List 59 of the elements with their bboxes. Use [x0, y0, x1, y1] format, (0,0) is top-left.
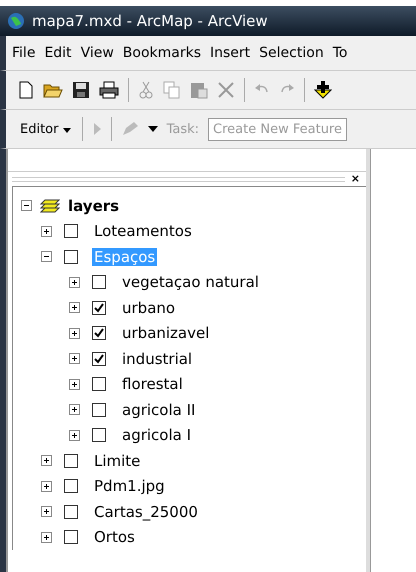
- expand-toggle[interactable]: [41, 532, 52, 543]
- print-icon[interactable]: [99, 81, 119, 99]
- expand-toggle[interactable]: [69, 404, 80, 416]
- menu-item[interactable]: File: [12, 45, 36, 61]
- collapse-toggle[interactable]: [21, 200, 32, 212]
- task-label: Task:: [166, 122, 200, 136]
- expand-toggle[interactable]: [69, 353, 80, 364]
- checkbox[interactable]: [64, 224, 78, 238]
- layer-label[interactable]: vegetaçao natural: [120, 273, 261, 292]
- expand-toggle[interactable]: [69, 276, 80, 288]
- window-title: mapa7.mxd - ArcMap - ArcView: [32, 12, 268, 30]
- close-button[interactable]: ×: [348, 173, 362, 185]
- new-document-icon[interactable]: [18, 81, 34, 99]
- layer-label[interactable]: agricola II: [120, 400, 198, 419]
- caret-icon: [62, 128, 71, 132]
- menu-item[interactable]: To: [332, 45, 348, 61]
- menu-item[interactable]: Bookmarks: [122, 45, 202, 61]
- add-data-icon[interactable]: [314, 80, 332, 100]
- menu-item[interactable]: Insert: [210, 45, 250, 61]
- checkbox[interactable]: [92, 428, 106, 442]
- menu-item[interactable]: View: [80, 45, 114, 61]
- menu-item[interactable]: Edit: [44, 45, 72, 61]
- checkbox[interactable]: [92, 326, 106, 340]
- checkbox[interactable]: [92, 352, 106, 366]
- layer-label[interactable]: agricola I: [120, 426, 194, 444]
- expand-toggle[interactable]: [69, 302, 80, 314]
- expand-toggle[interactable]: [41, 455, 52, 466]
- checkbox[interactable]: [92, 402, 106, 417]
- checkbox[interactable]: [64, 530, 78, 544]
- layer-label[interactable]: Loteamentos: [92, 222, 194, 240]
- menu-item[interactable]: Selection: [259, 45, 324, 61]
- layer-label[interactable]: Ortos: [92, 528, 137, 546]
- data-frame-label[interactable]: layers: [68, 196, 120, 215]
- layer-label[interactable]: industrial: [120, 350, 194, 368]
- checkbox[interactable]: [64, 504, 78, 519]
- checkbox[interactable]: [92, 300, 106, 315]
- layer-label[interactable]: florestal: [120, 375, 185, 394]
- checkbox[interactable]: [64, 454, 78, 468]
- layers-icon: [40, 198, 60, 214]
- checkbox[interactable]: [64, 250, 78, 264]
- save-icon[interactable]: [72, 81, 90, 99]
- checkbox[interactable]: [64, 479, 78, 494]
- editor-button[interactable]: Editor: [18, 120, 73, 138]
- collapse-toggle[interactable]: [41, 251, 52, 262]
- expand-toggle[interactable]: [69, 328, 80, 339]
- expand-toggle[interactable]: [69, 378, 80, 390]
- expand-toggle[interactable]: [41, 480, 52, 492]
- globe-icon: [6, 11, 26, 31]
- caret-icon[interactable]: [148, 126, 158, 132]
- layer-label[interactable]: urbanizavel: [120, 324, 212, 342]
- layer-label[interactable]: Limite: [92, 452, 142, 470]
- layer-label[interactable]: urbano: [120, 298, 178, 317]
- expand-toggle[interactable]: [41, 506, 52, 518]
- layer-label[interactable]: Cartas_25000: [92, 502, 200, 521]
- layer-label[interactable]: Pdm1.jpg: [92, 477, 167, 496]
- checkbox[interactable]: [92, 377, 106, 392]
- expand-toggle[interactable]: [69, 430, 80, 441]
- checkbox[interactable]: [92, 275, 106, 290]
- expand-toggle[interactable]: [41, 226, 52, 237]
